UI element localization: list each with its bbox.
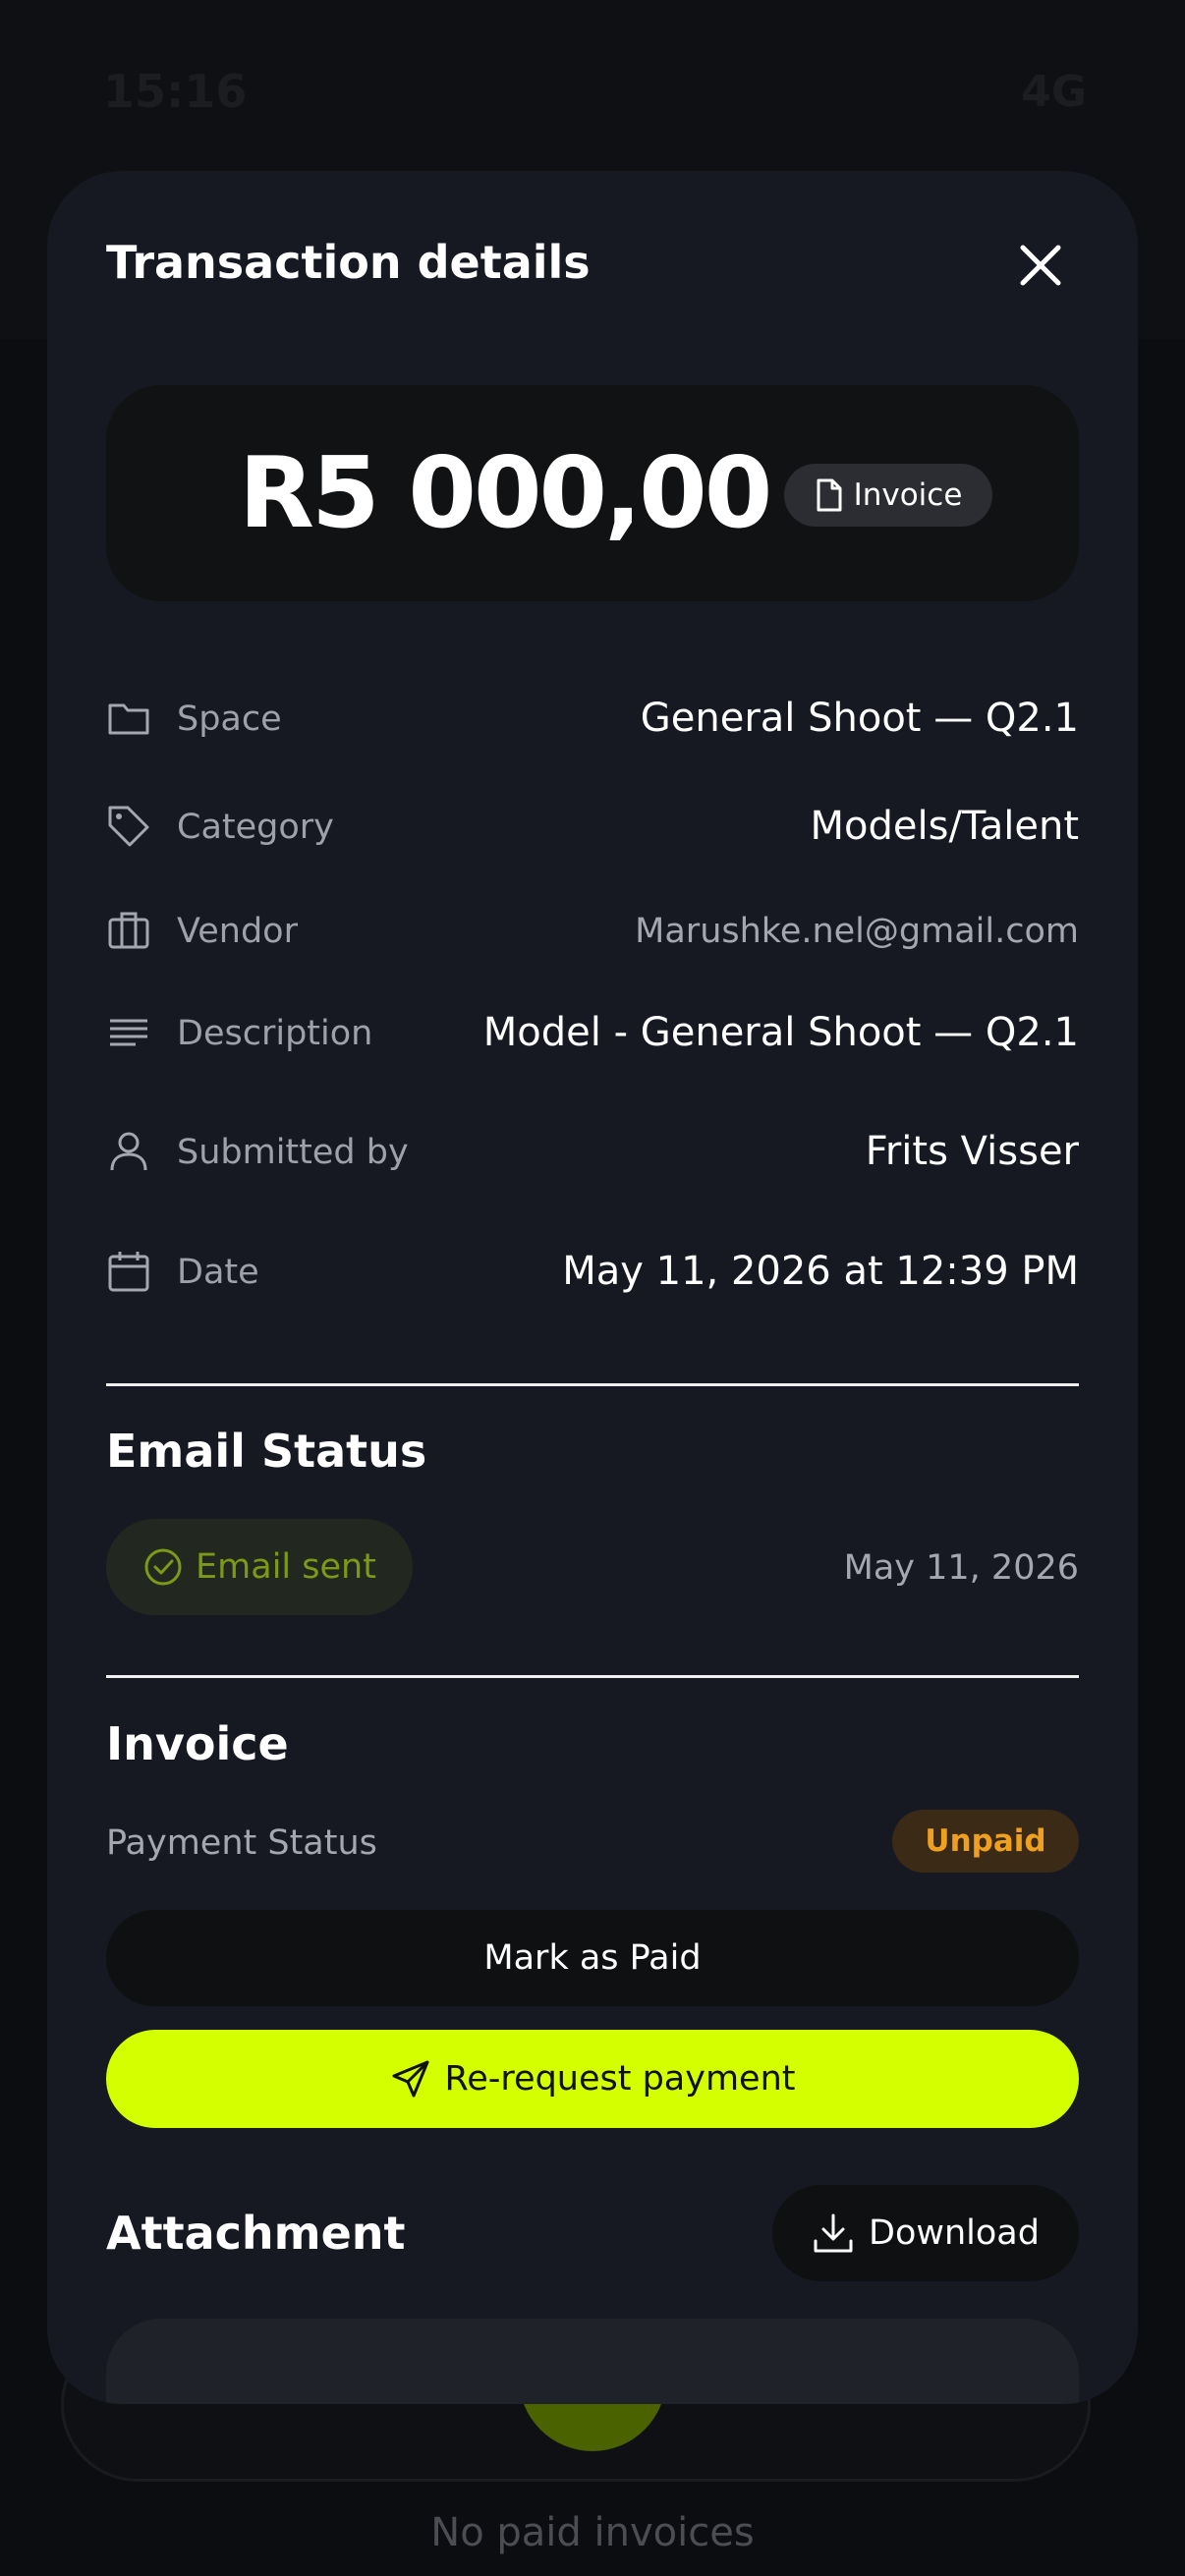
payment-status-label: Payment Status	[106, 1823, 377, 1863]
detail-row-description: Description Model - General Shoot — Q2.1	[106, 1002, 1079, 1061]
email-sent-date: May 11, 2026	[843, 1548, 1079, 1588]
detail-row-date: Date May 11, 2026 at 12:39 PM	[106, 1241, 1079, 1300]
detail-value: Marushke.nel@gmail.com	[635, 912, 1079, 951]
detail-label: Vendor	[177, 912, 298, 951]
document-icon	[817, 478, 842, 512]
detail-label: Description	[177, 1014, 373, 1053]
folder-icon	[106, 696, 151, 741]
attachment-preview[interactable]	[106, 2319, 1079, 2404]
status-time: 15:16	[103, 65, 248, 118]
amount-value: R5 000,00	[239, 435, 772, 550]
email-status-title: Email Status	[106, 1425, 427, 1478]
download-button[interactable]: Download	[772, 2185, 1079, 2281]
detail-value: General Shoot — Q2.1	[640, 696, 1079, 741]
detail-label: Space	[177, 700, 282, 739]
payment-status-badge: Unpaid	[892, 1810, 1079, 1873]
invoice-badge-label: Invoice	[853, 477, 963, 513]
detail-value: Model - General Shoot — Q2.1	[482, 1010, 1079, 1055]
invoice-title: Invoice	[106, 1717, 289, 1770]
divider	[106, 1675, 1079, 1678]
detail-row-category: Category Models/Talent	[106, 796, 1079, 855]
calendar-icon	[106, 1249, 151, 1294]
tag-icon	[106, 804, 151, 849]
detail-row-vendor: Vendor Marushke.nel@gmail.com	[106, 900, 1079, 959]
detail-value: May 11, 2026 at 12:39 PM	[562, 1249, 1079, 1294]
invoice-badge: Invoice	[784, 464, 992, 527]
attachment-title: Attachment	[106, 2207, 406, 2260]
download-label: Download	[869, 2213, 1040, 2253]
background-empty-state: No paid invoices	[430, 2510, 755, 2555]
send-icon	[392, 2060, 428, 2098]
detail-row-space: Space General Shoot — Q2.1	[106, 688, 1079, 747]
download-icon	[814, 2213, 853, 2253]
divider	[106, 1383, 1079, 1386]
email-sent-label: Email sent	[196, 1547, 376, 1587]
transaction-details-sheet: Transaction details R5 000,00 Invoice Sp…	[47, 171, 1138, 2404]
close-button[interactable]	[1005, 230, 1076, 301]
mark-as-paid-button[interactable]: Mark as Paid	[106, 1910, 1079, 2006]
check-circle-icon	[144, 1548, 182, 1586]
status-bar: 15:16 4G	[0, 59, 1185, 138]
detail-label: Submitted by	[177, 1133, 409, 1172]
briefcase-icon	[106, 908, 151, 953]
detail-value: Frits Visser	[865, 1129, 1079, 1174]
status-network: 4G	[1021, 67, 1087, 117]
detail-row-submitted-by: Submitted by Frits Visser	[106, 1121, 1079, 1180]
detail-label: Category	[177, 808, 334, 847]
text-lines-icon	[106, 1010, 151, 1055]
email-sent-badge: Email sent	[106, 1519, 413, 1615]
user-icon	[106, 1129, 151, 1174]
close-icon	[1020, 245, 1061, 286]
sheet-title: Transaction details	[106, 236, 591, 289]
re-request-payment-button[interactable]: Re-request payment	[106, 2030, 1079, 2128]
detail-label: Date	[177, 1253, 259, 1292]
amount-card: R5 000,00 Invoice	[106, 385, 1079, 601]
re-request-payment-label: Re-request payment	[444, 2059, 796, 2099]
detail-value: Models/Talent	[810, 804, 1080, 849]
